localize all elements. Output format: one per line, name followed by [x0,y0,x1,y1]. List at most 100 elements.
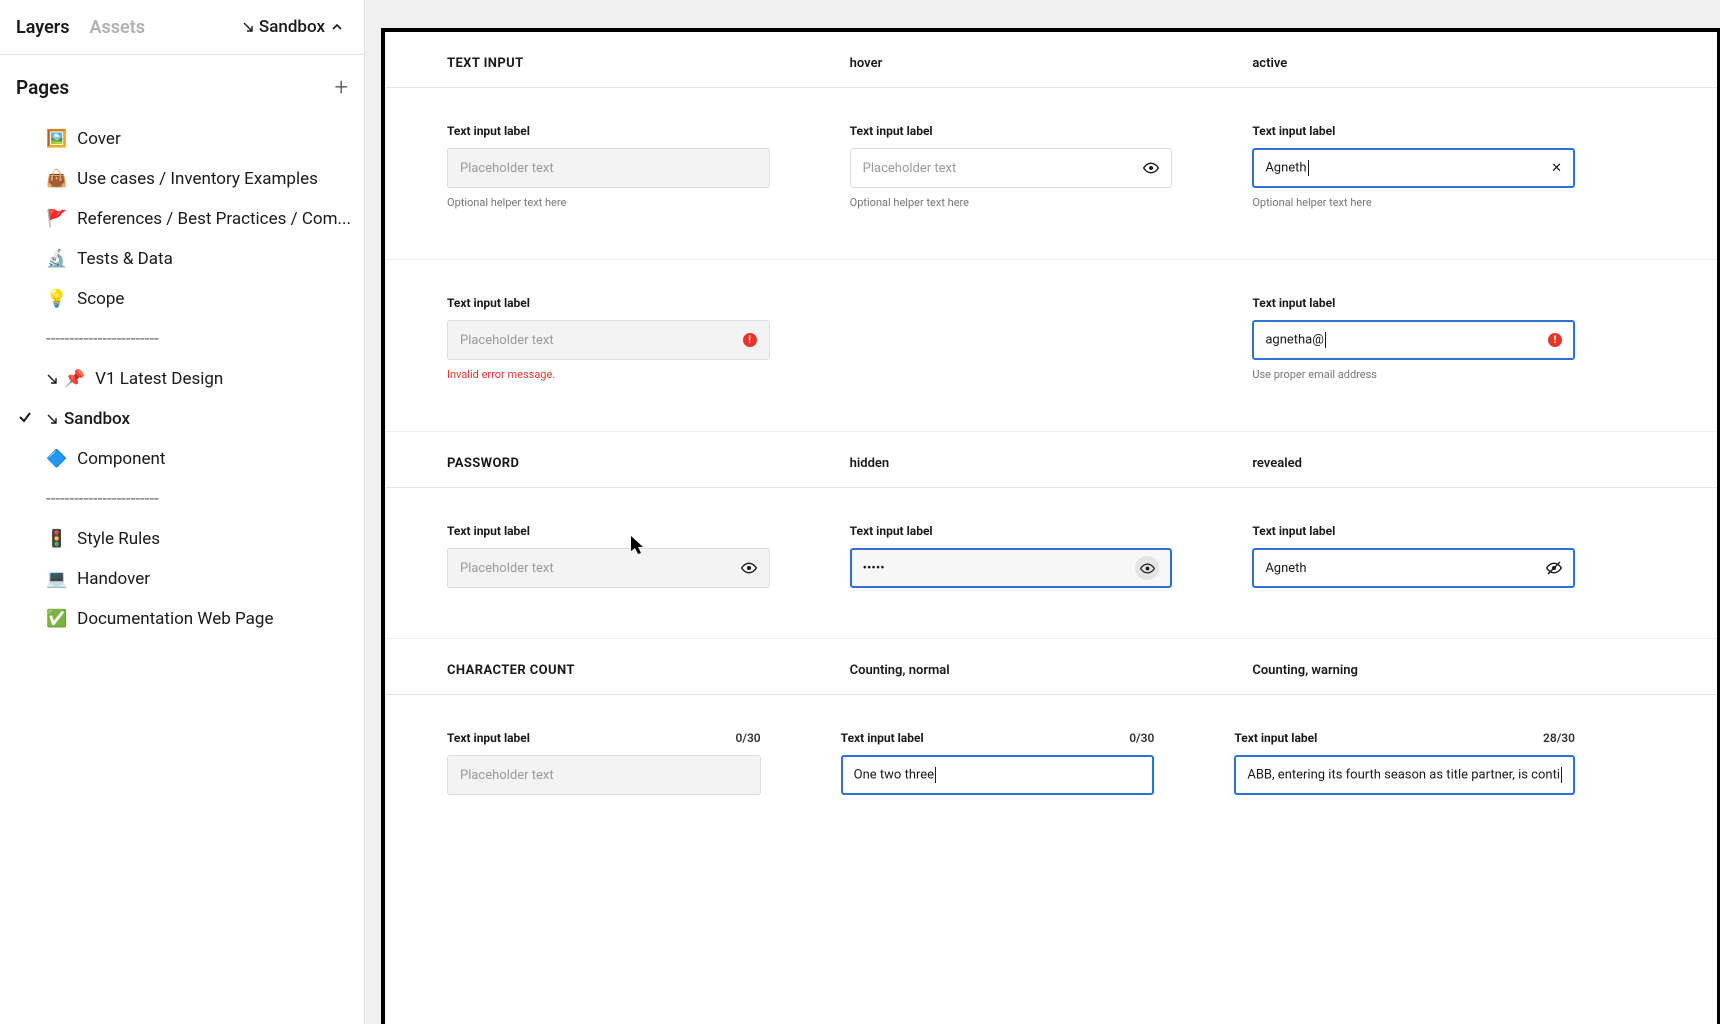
field-label: Text input label [1252,296,1575,310]
field-label: Text input label [447,524,770,538]
field-label: Text input label [850,524,1173,538]
page-item-tests[interactable]: 🔬 Tests & Data [0,239,364,279]
text-input-error[interactable]: Placeholder text ! [447,320,770,360]
arrow-down-right-icon [242,21,254,33]
text-input-active[interactable]: Agneth ✕ [1252,148,1575,188]
tab-assets[interactable]: Assets [90,17,146,38]
char-counter: 28/30 [1543,731,1575,745]
page-label: Handover [77,569,150,589]
page-divider: ------------------------ [0,319,364,359]
add-page-button[interactable]: + [334,73,348,101]
page-label: ------------------------ [46,329,159,349]
password-row: Text input label Placeholder text Text i… [385,488,1717,639]
page-label: ------------------------ [46,489,159,509]
field-label: Text input label [1252,524,1575,538]
password-input-hidden[interactable]: ••••• [850,548,1173,588]
helper-text: Optional helper text here [1252,196,1575,209]
input-placeholder: Placeholder text [863,161,1136,176]
page-item-docs[interactable]: ✅ Documentation Web Page [0,599,364,639]
column-heading-counting-normal: Counting, normal [850,663,1253,678]
page-dropdown-label: Sandbox [259,17,325,37]
page-item-scope[interactable]: 💡 Scope [0,279,364,319]
field-label: Text input label 28/30 [1234,731,1575,745]
input-value: ABB, entering its fourth season as title… [1247,767,1562,783]
section-head-password: PASSWORD hidden revealed [385,432,1717,488]
charcount-input-default[interactable]: Placeholder text [447,755,761,795]
page-label: Use cases / Inventory Examples [77,169,318,189]
sidebar-tabs: Layers Assets Sandbox [0,0,364,55]
canvas[interactable]: TEXT INPUT hover active Text input label… [365,0,1720,1024]
page-label: References / Best Practices / Com... [77,209,351,229]
page-icon: 🔬 [46,249,67,269]
eye-icon[interactable] [1143,160,1159,176]
charcount-input-normal[interactable]: One two three [841,755,1155,795]
input-value: agnetha@ [1265,332,1540,348]
textinput-row-default: Text input label Placeholder text Option… [385,88,1717,260]
page-item-stylerules[interactable]: 🚦 Style Rules [0,519,364,559]
section-head-textinput: TEXT INPUT hover active [385,32,1717,88]
tab-layers[interactable]: Layers [16,17,70,38]
page-item-handover[interactable]: 💻 Handover [0,559,364,599]
pages-list: 🖼️ Cover 👜 Use cases / Inventory Example… [0,111,364,647]
check-icon [18,409,32,429]
input-value: ••••• [863,561,1128,576]
error-text: Invalid error message. [447,368,770,381]
input-placeholder: Placeholder text [460,561,733,576]
eye-icon[interactable] [741,560,757,576]
charcount-input-warning[interactable]: ABB, entering its fourth season as title… [1234,755,1575,795]
page-item-component[interactable]: 🔷 Component [0,439,364,479]
page-icon: 👜 [46,169,67,189]
page-label: Scope [77,289,124,309]
input-placeholder: Placeholder text [460,768,748,783]
page-icon: ✅ [46,609,67,629]
column-heading-active: active [1252,56,1655,71]
page-item-usecases[interactable]: 👜 Use cases / Inventory Examples [0,159,364,199]
helper-text: Optional helper text here [850,196,1173,209]
field-label: Text input label 0/30 [447,731,761,745]
text-input-error-active[interactable]: agnetha@ ! [1252,320,1575,360]
error-icon: ! [1548,333,1562,347]
eye-off-icon[interactable] [1546,560,1562,576]
page-label: V1 Latest Design [95,369,223,389]
page-item-sandbox[interactable]: Sandbox [0,399,364,439]
charcount-row: Text input label 0/30 Placeholder text T… [385,695,1717,845]
error-icon: ! [743,333,757,347]
page-icon: 💡 [46,289,67,309]
design-frame[interactable]: TEXT INPUT hover active Text input label… [381,28,1720,1024]
pages-title: Pages [16,76,334,99]
field-label: Text input label 0/30 [841,731,1155,745]
section-heading: PASSWORD [447,456,850,471]
column-heading-counting-warning: Counting, warning [1252,663,1655,678]
page-dropdown[interactable]: Sandbox [237,17,348,37]
password-input-default[interactable]: Placeholder text [447,548,770,588]
page-label: Component [77,449,165,469]
text-input-default[interactable]: Placeholder text [447,148,770,188]
page-icon: 🚦 [46,529,67,549]
pages-header: Pages + [0,55,364,111]
section-heading: TEXT INPUT [447,56,850,71]
page-item-cover[interactable]: 🖼️ Cover [0,119,364,159]
page-icon: 🔷 [46,449,67,469]
char-counter: 0/30 [1129,731,1154,745]
input-placeholder: Placeholder text [460,333,735,348]
arrow-down-right-icon [46,373,58,385]
textinput-row-error: Text input label Placeholder text ! Inva… [385,260,1717,432]
field-label: Text input label [1252,124,1575,138]
field-label: Text input label [447,296,770,310]
section-heading: CHARACTER COUNT [447,663,850,678]
column-heading-hidden: hidden [850,456,1253,471]
password-input-revealed[interactable]: Agneth [1252,548,1575,588]
eye-icon[interactable] [1135,556,1159,580]
section-head-charcount: CHARACTER COUNT Counting, normal Countin… [385,639,1717,695]
column-heading-hover: hover [850,56,1253,71]
field-label: Text input label [850,124,1173,138]
page-icon: 💻 [46,569,67,589]
clear-icon[interactable]: ✕ [1551,161,1562,176]
page-item-references[interactable]: 🚩 References / Best Practices / Com... [0,199,364,239]
arrow-down-right-icon [46,413,58,425]
input-placeholder: Placeholder text [460,161,757,176]
page-icon: 🚩 [46,209,67,229]
input-value: Agneth [1265,160,1543,176]
page-item-v1latest[interactable]: 📌 V1 Latest Design [0,359,364,399]
text-input-hover[interactable]: Placeholder text [850,148,1173,188]
